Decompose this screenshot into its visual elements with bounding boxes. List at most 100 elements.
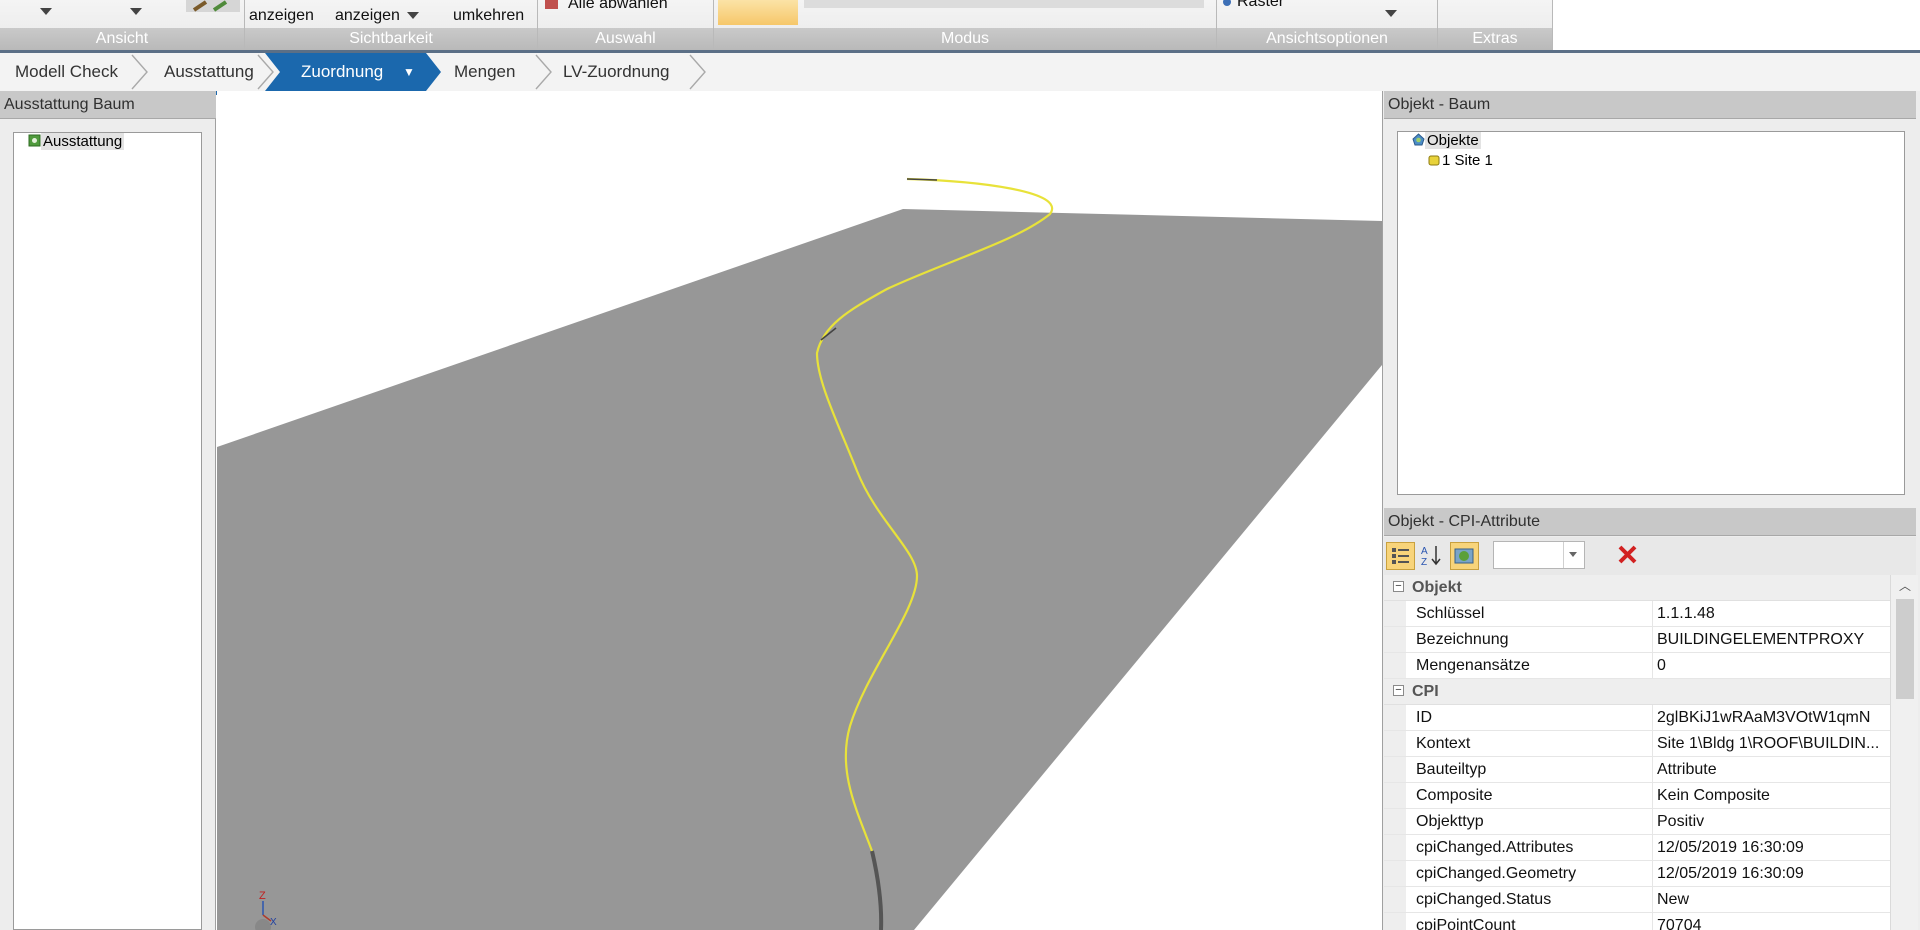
category-objekt[interactable]: − Objekt bbox=[1384, 575, 1890, 601]
attribute-value[interactable]: 0 bbox=[1652, 653, 1890, 678]
sichtbarkeit-label-2[interactable]: anzeigen bbox=[335, 7, 400, 25]
attribute-key: Bauteiltyp bbox=[1416, 761, 1487, 778]
svg-text:Z: Z bbox=[1421, 557, 1427, 568]
attribute-value[interactable]: 1.1.1.48 bbox=[1652, 601, 1890, 626]
tree-node-site-1[interactable]: 1 Site 1 bbox=[1428, 152, 1495, 169]
scrollbar-thumb[interactable] bbox=[1896, 599, 1914, 699]
attribute-row[interactable]: Schlüssel 1.1.1.48 bbox=[1384, 601, 1890, 627]
attribute-value[interactable]: BUILDINGELEMENTPROXY bbox=[1652, 627, 1890, 652]
ribbon-group-auswahl: Alle abwählen Auswahl bbox=[538, 0, 714, 50]
cable-marker-top bbox=[906, 178, 938, 181]
sichtbarkeit-dropdown-arrow[interactable] bbox=[407, 12, 419, 19]
attribute-value[interactable]: 12/05/2019 16:30:09 bbox=[1652, 835, 1890, 860]
attributes-toolbar: A Z bbox=[1384, 537, 1916, 576]
step-zuordnung[interactable]: Zuordnung bbox=[301, 53, 383, 91]
svg-text:A: A bbox=[1421, 546, 1428, 557]
mode-buttons-row[interactable] bbox=[804, 0, 1204, 8]
attribute-value[interactable]: Kein Composite bbox=[1652, 783, 1890, 808]
deselect-all-button[interactable]: Alle abwählen bbox=[568, 0, 668, 13]
workflow-breadcrumb: Modell Check Ausstattung Zuordnung ▼ Men… bbox=[0, 53, 1920, 95]
equipment-tree[interactable]: Ausstattung bbox=[13, 132, 202, 930]
collapse-cpi-icon[interactable]: − bbox=[1393, 685, 1404, 696]
sort-alphabetical-button[interactable]: A Z bbox=[1418, 542, 1447, 570]
ribbon: Ansicht anzeigen anzeigen umkehren Sicht… bbox=[0, 0, 1920, 51]
collapse-objekt-icon[interactable]: − bbox=[1393, 581, 1404, 592]
attribute-value[interactable]: Attribute bbox=[1652, 757, 1890, 782]
attribute-key: Schlüssel bbox=[1416, 605, 1485, 622]
attribute-row[interactable]: cpiChanged.Geometry 12/05/2019 16:30:09 bbox=[1384, 861, 1890, 887]
attribute-key: Mengenansätze bbox=[1416, 657, 1530, 674]
tree-node-objekte[interactable]: Objekte bbox=[1412, 132, 1481, 149]
attribute-row[interactable]: Bauteiltyp Attribute bbox=[1384, 757, 1890, 783]
ribbon-group-ansicht: Ansicht bbox=[0, 0, 245, 50]
attribute-row[interactable]: cpiChanged.Attributes 12/05/2019 16:30:0… bbox=[1384, 835, 1890, 861]
ribbon-caption-extras: Extras bbox=[1438, 28, 1552, 50]
ansichtsoptionen-dropdown-arrow[interactable] bbox=[1385, 10, 1397, 17]
attribute-key: Bezeichnung bbox=[1416, 631, 1509, 648]
delete-filter-button[interactable] bbox=[1614, 542, 1643, 570]
attribute-value[interactable]: 12/05/2019 16:30:09 bbox=[1652, 861, 1890, 886]
tree-node-objekte-label[interactable]: Objekte bbox=[1425, 132, 1481, 149]
attribute-row[interactable]: Composite Kein Composite bbox=[1384, 783, 1890, 809]
step-zuordnung-dropdown-icon[interactable]: ▼ bbox=[403, 53, 415, 91]
attributes-title: Objekt - CPI-Attribute bbox=[1384, 508, 1916, 536]
ansicht-dropdown-arrow-1[interactable] bbox=[40, 8, 52, 15]
scroll-up-icon[interactable]: ︿ bbox=[1899, 577, 1911, 594]
ribbon-group-modus: Modus bbox=[714, 0, 1217, 50]
combo-dropdown-button[interactable] bbox=[1563, 542, 1584, 568]
attribute-row[interactable]: cpiPointCount 70704 bbox=[1384, 913, 1890, 930]
attribute-key: cpiPointCount bbox=[1416, 917, 1516, 930]
attribute-key: Composite bbox=[1416, 787, 1493, 804]
attribute-value[interactable]: Site 1\Bldg 1\ROOF\BUILDIN... bbox=[1652, 731, 1890, 756]
active-mode-button[interactable] bbox=[718, 0, 798, 25]
category-label: Objekt bbox=[1412, 579, 1462, 596]
attribute-key: ID bbox=[1416, 709, 1432, 726]
step-ausstattung[interactable]: Ausstattung bbox=[164, 53, 254, 91]
ribbon-empty-area bbox=[1553, 0, 1920, 50]
attribute-key: cpiChanged.Geometry bbox=[1416, 865, 1577, 882]
attribute-value[interactable]: 70704 bbox=[1652, 913, 1890, 930]
attribute-row[interactable]: Objekttyp Positiv bbox=[1384, 809, 1890, 835]
attribute-grid[interactable]: − Objekt Schlüssel 1.1.1.48 Bezeichnung … bbox=[1384, 575, 1918, 930]
ribbon-caption-auswahl: Auswahl bbox=[538, 28, 713, 50]
3d-scene[interactable]: Z X bbox=[217, 91, 1382, 930]
ribbon-caption-sichtbarkeit: Sichtbarkeit bbox=[245, 28, 537, 50]
attribute-key: Objekttyp bbox=[1416, 813, 1484, 830]
ribbon-caption-ansicht: Ansicht bbox=[0, 28, 244, 50]
equipment-tree-title: Ausstattung Baum bbox=[0, 91, 216, 119]
tree-node-site-1-label[interactable]: 1 Site 1 bbox=[1440, 152, 1495, 169]
attribute-row[interactable]: Mengenansätze 0 bbox=[1384, 653, 1890, 679]
attribute-key: cpiChanged.Status bbox=[1416, 891, 1552, 908]
category-cpi[interactable]: − CPI bbox=[1384, 679, 1890, 705]
3d-viewport[interactable]: Z X bbox=[217, 91, 1382, 930]
attribute-filter-combo[interactable] bbox=[1493, 541, 1585, 569]
attribute-value[interactable]: New bbox=[1652, 887, 1890, 912]
site-icon bbox=[1428, 155, 1440, 166]
attribute-value[interactable]: 2glBKiJ1wRAaM3VOtW1qmN bbox=[1652, 705, 1890, 730]
raster-option[interactable]: Raster bbox=[1237, 0, 1284, 11]
attribute-row[interactable]: cpiChanged.Status New bbox=[1384, 887, 1890, 913]
tree-node-ausstattung[interactable]: Ausstattung bbox=[28, 133, 125, 150]
radio-raster-icon[interactable] bbox=[1221, 0, 1233, 8]
ribbon-caption-ansichtsoptionen: Ansichtsoptionen bbox=[1217, 28, 1437, 50]
ansicht-dropdown-arrow-2[interactable] bbox=[130, 8, 142, 15]
step-mengen[interactable]: Mengen bbox=[454, 53, 515, 91]
categorized-view-icon bbox=[1392, 548, 1409, 564]
ribbon-group-sichtbarkeit: anzeigen anzeigen umkehren Sichtbarkeit bbox=[245, 0, 538, 50]
attribute-row[interactable]: ID 2glBKiJ1wRAaM3VOtW1qmN bbox=[1384, 705, 1890, 731]
tools-icon[interactable] bbox=[186, 0, 240, 14]
attribute-row[interactable]: Kontext Site 1\Bldg 1\ROOF\BUILDIN... bbox=[1384, 731, 1890, 757]
globe-filter-icon bbox=[1454, 548, 1474, 564]
step-lv-zuordnung[interactable]: LV-Zuordnung bbox=[563, 53, 669, 91]
attribute-key: Kontext bbox=[1416, 735, 1471, 752]
sichtbarkeit-label-1[interactable]: anzeigen bbox=[249, 7, 314, 25]
tree-node-ausstattung-label[interactable]: Ausstattung bbox=[41, 133, 125, 150]
categorized-view-button[interactable] bbox=[1386, 542, 1415, 570]
attribute-row[interactable]: Bezeichnung BUILDINGELEMENTPROXY bbox=[1384, 627, 1890, 653]
globe-filter-button[interactable] bbox=[1450, 542, 1479, 570]
attribute-value[interactable]: Positiv bbox=[1652, 809, 1890, 834]
object-tree[interactable]: Objekte 1 Site 1 bbox=[1397, 131, 1905, 495]
step-modell-check[interactable]: Modell Check bbox=[15, 53, 118, 91]
sichtbarkeit-label-3[interactable]: umkehren bbox=[453, 7, 524, 25]
attribute-grid-scrollbar[interactable]: ︿ bbox=[1890, 575, 1918, 930]
